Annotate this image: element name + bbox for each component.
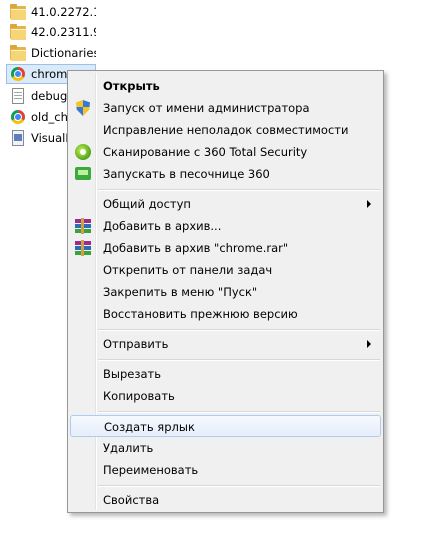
- file-name: 42.0.2311.90: [31, 25, 96, 39]
- menu-label: Открыть: [103, 79, 160, 93]
- file-item-dictionaries[interactable]: Dictionaries: [10, 43, 96, 63]
- menu-item-scan-360[interactable]: Сканирование с 360 Total Security: [70, 141, 381, 163]
- file-item-folder-42[interactable]: 42.0.2311.90: [10, 22, 96, 42]
- menu-label: Создать ярлык: [104, 420, 195, 434]
- menu-item-delete[interactable]: Удалить: [70, 437, 381, 459]
- menu-label: Свойства: [103, 493, 160, 507]
- menu-label: Запуск от имени администратора: [103, 101, 310, 115]
- menu-item-add-to-chrome-rar[interactable]: Добавить в архив "chrome.rar": [70, 237, 381, 259]
- chrome-icon: [10, 109, 26, 125]
- menu-item-run-as-admin[interactable]: Запуск от имени администратора: [70, 97, 381, 119]
- menu-label: Удалить: [103, 441, 154, 455]
- menu-label: Открепить от панели задач: [103, 263, 273, 277]
- file-name: 41.0.2272.118: [31, 5, 96, 19]
- menu-item-unpin-taskbar[interactable]: Открепить от панели задач: [70, 259, 381, 281]
- menu-item-restore-previous[interactable]: Восстановить прежнюю версию: [70, 303, 381, 325]
- menu-label: Переименовать: [103, 463, 199, 477]
- menu-item-add-to-archive[interactable]: Добавить в архив...: [70, 215, 381, 237]
- menu-label: Исправление неполадок совместимости: [103, 123, 349, 137]
- menu-label: Восстановить прежнюю версию: [103, 307, 298, 321]
- file-item-folder-41[interactable]: 41.0.2272.118: [10, 2, 96, 22]
- menu-label: Добавить в архив "chrome.rar": [103, 241, 289, 255]
- menu-item-share-with[interactable]: Общий доступ: [70, 193, 381, 215]
- menu-separator: [98, 359, 380, 361]
- menu-label: Запускать в песочнице 360: [103, 167, 270, 181]
- folder-icon: [10, 24, 26, 40]
- winrar-icon: [75, 218, 91, 234]
- sandbox-icon: [75, 167, 91, 180]
- document-icon: [10, 88, 26, 104]
- menu-item-copy[interactable]: Копировать: [70, 385, 381, 407]
- menu-separator: [98, 189, 380, 191]
- context-menu: Открыть Запуск от имени администратора И…: [67, 70, 384, 513]
- menu-separator: [98, 411, 380, 413]
- menu-item-cut[interactable]: Вырезать: [70, 363, 381, 385]
- menu-item-pin-start[interactable]: Закрепить в меню "Пуск": [70, 281, 381, 303]
- submenu-arrow-icon: [367, 200, 371, 208]
- menu-label: Вырезать: [103, 367, 161, 381]
- menu-label: Общий доступ: [103, 197, 191, 211]
- menu-item-properties[interactable]: Свойства: [70, 489, 381, 511]
- menu-label: Сканирование с 360 Total Security: [103, 145, 308, 159]
- menu-separator: [98, 329, 380, 331]
- folder-icon: [10, 4, 26, 20]
- menu-item-rename[interactable]: Переименовать: [70, 459, 381, 481]
- menu-separator: [98, 485, 380, 487]
- menu-label: Копировать: [103, 389, 175, 403]
- winrar-icon: [75, 240, 91, 256]
- menu-item-create-shortcut[interactable]: Создать ярлык: [70, 415, 381, 437]
- submenu-arrow-icon: [367, 340, 371, 348]
- menu-label: Добавить в архив...: [103, 219, 222, 233]
- manifest-icon: [10, 130, 26, 146]
- menu-label: Закрепить в меню "Пуск": [103, 285, 258, 299]
- menu-item-sandbox-360[interactable]: Запускать в песочнице 360: [70, 163, 381, 185]
- uac-shield-icon: [76, 100, 90, 116]
- chrome-icon: [10, 66, 26, 82]
- security-360-icon: [75, 144, 91, 160]
- menu-item-open[interactable]: Открыть: [70, 75, 381, 97]
- menu-item-send-to[interactable]: Отправить: [70, 333, 381, 355]
- folder-icon: [10, 45, 26, 61]
- menu-label: Отправить: [103, 337, 169, 351]
- file-name: Dictionaries: [31, 46, 96, 60]
- menu-item-troubleshoot[interactable]: Исправление неполадок совместимости: [70, 119, 381, 141]
